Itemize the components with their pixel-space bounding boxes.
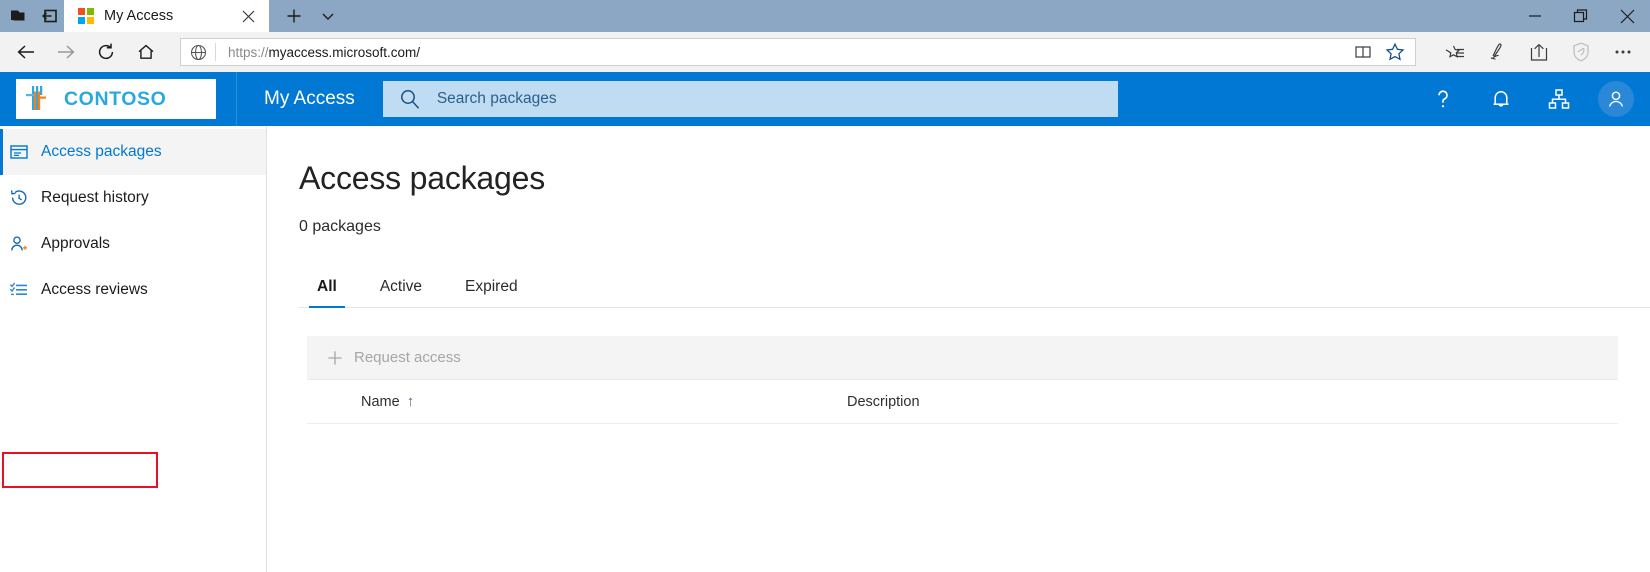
packages-panel: Request access Name ↑ Description [307,336,1618,448]
address-text: https://myaccess.microsoft.com/ [216,45,1348,60]
search-box[interactable] [383,81,1118,117]
web-page: CONTOSO My Access [0,72,1650,572]
search-input[interactable] [437,82,1118,116]
sidebar-item-label: Approvals [41,235,110,253]
sidebar-item-label: Access reviews [41,281,148,299]
favorites-hub-icon[interactable] [1434,34,1476,70]
person-approval-icon [8,233,30,255]
sidebar-item-access-packages[interactable]: Access packages [0,129,266,175]
sort-ascending-icon: ↑ [407,393,415,410]
request-access-label: Request access [354,349,461,366]
globe-icon [181,39,215,65]
browser-tab-title: My Access [104,8,225,24]
app-header: CONTOSO My Access [0,72,1650,126]
table-header: Name ↑ Description [307,380,1618,424]
refresh-icon[interactable] [86,34,126,70]
tabs-aside-icon[interactable] [8,6,28,26]
sidebar: Access packages Request history [0,126,267,572]
browser-window: My Access [0,0,1650,572]
access-reviews-checklist-icon [8,279,30,301]
reading-view-icon[interactable] [1348,39,1378,65]
table-empty-row [307,424,1618,448]
close-icon[interactable] [235,3,261,29]
brand-logo[interactable]: CONTOSO [16,79,216,119]
browser-tab-active[interactable]: My Access [64,0,269,32]
org-hierarchy-icon[interactable] [1532,72,1586,126]
sidebar-item-label: Request history [41,189,149,207]
column-header-name[interactable]: Name ↑ [307,393,847,410]
help-icon[interactable] [1416,72,1470,126]
content-tabs: All Active Expired [299,278,1650,308]
address-bar[interactable]: https://myaccess.microsoft.com/ [180,38,1416,66]
url-host: myaccess.microsoft.com/ [269,45,421,60]
user-avatar-icon[interactable] [1598,81,1634,117]
sidebar-item-access-reviews[interactable]: Access reviews [0,267,266,313]
sidebar-item-request-history[interactable]: Request history [0,175,266,221]
access-packages-icon [8,141,30,163]
column-header-name-label: Name [361,394,400,410]
tab-all[interactable]: All [307,278,347,307]
column-header-description-label: Description [847,394,920,410]
microsoft-logo-icon [78,8,94,24]
tab-active[interactable]: Active [370,278,432,307]
url-scheme: https:// [228,45,269,60]
notification-bell-icon[interactable] [1474,72,1528,126]
sidebar-item-approvals[interactable]: Approvals [0,221,266,267]
forward-arrow-icon[interactable] [46,34,86,70]
home-icon[interactable] [126,34,166,70]
contoso-logo-icon [25,85,55,113]
address-bar-icons [1348,39,1413,65]
column-header-description[interactable]: Description [847,394,920,410]
close-button[interactable] [1604,0,1650,32]
package-count: 0 packages [299,218,1650,236]
browser-titlebar: My Access [0,0,1650,32]
brand-name: CONTOSO [64,88,166,111]
app-title: My Access [237,88,355,110]
minimize-button[interactable] [1512,0,1558,32]
chevron-down-icon[interactable] [313,2,343,30]
sidebar-item-label: Access packages [41,143,162,161]
new-tab-button[interactable] [279,2,309,30]
shield-icon[interactable] [1560,34,1602,70]
search-icon [383,81,437,117]
window-controls [1512,0,1650,32]
restore-button[interactable] [1558,0,1604,32]
command-bar: Request access [307,336,1618,380]
page-title: Access packages [299,160,1650,197]
share-icon[interactable] [1518,34,1560,70]
tabbar-actions [269,0,343,32]
highlight-annotation [2,452,158,488]
star-icon[interactable] [1380,39,1410,65]
tabs-aside-group [0,0,64,32]
app-header-actions [1416,72,1650,126]
more-icon[interactable] [1602,34,1644,70]
page-body: Access packages Request history [0,126,1650,572]
browser-navbar: https://myaccess.microsoft.com/ [0,32,1650,72]
back-arrow-icon[interactable] [6,34,46,70]
tabs-aside-restore-icon[interactable] [40,6,60,26]
tab-expired[interactable]: Expired [455,278,528,307]
request-access-button[interactable]: Request access [327,349,461,366]
plus-icon [327,350,343,366]
history-clock-icon [8,187,30,209]
browser-toolbar [1424,34,1644,70]
main-content: Access packages 0 packages All Active Ex… [267,126,1650,572]
web-notes-icon[interactable] [1476,34,1518,70]
main-inner: Access packages 0 packages All Active Ex… [267,126,1650,448]
